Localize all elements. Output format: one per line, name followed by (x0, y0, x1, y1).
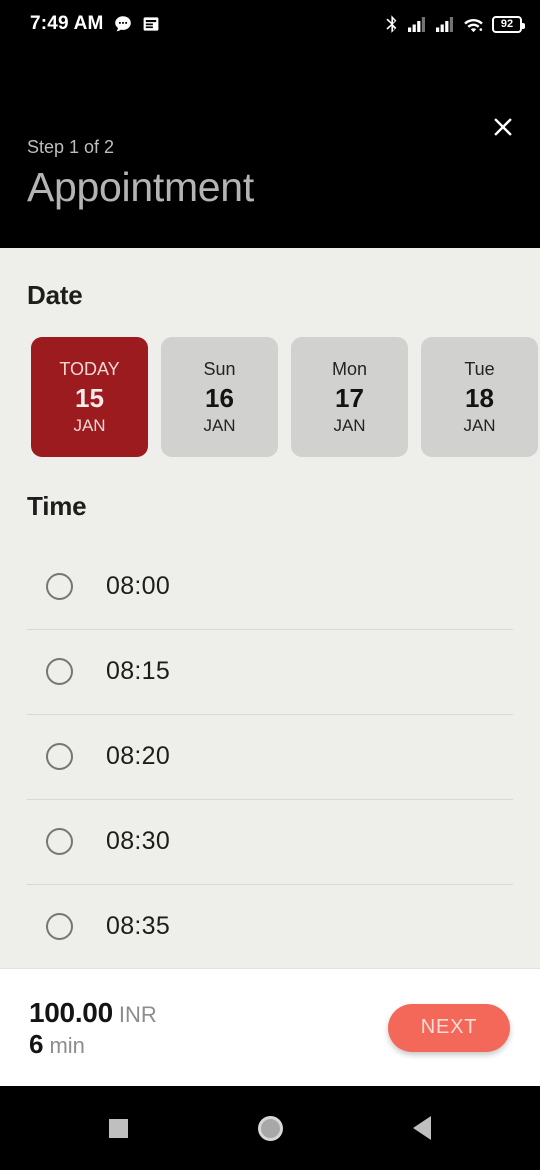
price-currency: INR (118, 1001, 157, 1027)
date-section-title: Date (27, 280, 83, 310)
date-card-scroller[interactable]: TODAY 15 JAN Sun 16 JAN Mon 17 JAN Tue 1… (0, 311, 540, 457)
time-slot-row[interactable]: 08:00 (0, 544, 540, 629)
duration-unit: min (49, 1032, 85, 1058)
date-card-day: TODAY (59, 359, 120, 379)
close-icon (494, 118, 512, 136)
wifi-icon (464, 18, 483, 32)
date-card[interactable]: TODAY 15 JAN (31, 337, 148, 457)
main-content: Date TODAY 15 JAN Sun 16 JAN Mon 17 JAN … (0, 248, 540, 968)
page-title: Appointment (27, 164, 254, 210)
time-slot-label: 08:20 (106, 742, 171, 770)
square-icon (108, 1118, 128, 1138)
date-card[interactable]: Mon 17 JAN (291, 337, 408, 457)
date-card-number: 17 (335, 383, 364, 413)
price-row: 100.00 INR (29, 996, 157, 1029)
time-slot-row[interactable]: 08:15 (0, 629, 540, 714)
circle-icon (257, 1115, 283, 1141)
time-slot-label: 08:30 (106, 827, 171, 855)
date-card[interactable]: Tue 18 JAN (421, 337, 538, 457)
close-button[interactable] (480, 104, 526, 150)
date-card-number: 18 (465, 383, 494, 413)
date-card-month: JAN (333, 416, 366, 435)
android-nav-bar (0, 1086, 540, 1170)
time-slot-label: 08:15 (106, 657, 171, 685)
date-card-number: 15 (75, 383, 104, 413)
radio-unselected-icon[interactable] (46, 658, 73, 685)
signal-sim2-icon (436, 17, 453, 32)
battery-indicator: 92 (492, 15, 525, 33)
time-slot-row[interactable]: 08:20 (0, 714, 540, 799)
radio-unselected-icon[interactable] (46, 828, 73, 855)
date-card-day: Mon (331, 359, 367, 379)
chat-bubble-icon (114, 16, 131, 32)
status-bar-right: 92 (385, 14, 525, 34)
step-indicator: Step 1 of 2 (27, 137, 115, 157)
time-section-title: Time (27, 491, 87, 521)
status-bar-clock: 7:49 AM (30, 13, 104, 34)
date-card-month: JAN (463, 416, 496, 435)
signal-sim1-icon (408, 17, 425, 32)
time-slot-list: 08:00 08:15 08:20 08:30 08:35 (0, 544, 540, 968)
date-card-month: JAN (73, 416, 106, 435)
date-card-day: Sun (203, 359, 236, 379)
date-card[interactable]: Sun 16 JAN (161, 337, 278, 457)
radio-unselected-icon[interactable] (46, 573, 73, 600)
date-card-day: Tue (464, 359, 495, 379)
status-bar: 7:49 AM 92 (0, 0, 540, 48)
app-screen: 7:49 AM 92 Step 1 of 2 Appointment Date … (0, 0, 540, 1170)
status-bar-left: 7:49 AM (30, 13, 160, 35)
price-amount: 100.00 (29, 996, 113, 1028)
home-button[interactable] (242, 1100, 298, 1156)
date-card-number: 16 (205, 383, 234, 413)
header-text-block: Step 1 of 2 Appointment (27, 135, 254, 213)
time-slot-row[interactable]: 08:35 (0, 884, 540, 968)
time-slot-label: 08:35 (106, 912, 171, 940)
radio-unselected-icon[interactable] (46, 743, 73, 770)
back-button[interactable] (394, 1100, 450, 1156)
page-header: Step 1 of 2 Appointment (0, 48, 540, 248)
recents-button[interactable] (90, 1100, 146, 1156)
radio-unselected-icon[interactable] (46, 913, 73, 940)
next-button[interactable]: NEXT (388, 1003, 510, 1052)
battery-level-label: 92 (500, 17, 514, 30)
duration-row: 6 min (29, 1029, 157, 1060)
date-card-month: JAN (203, 416, 236, 435)
triangle-left-icon (413, 1116, 431, 1140)
bottom-summary-bar: 100.00 INR 6 min NEXT (0, 968, 540, 1086)
article-icon (143, 17, 158, 31)
time-slot-row[interactable]: 08:30 (0, 799, 540, 884)
duration-value: 6 (29, 1028, 44, 1059)
price-summary: 100.00 INR 6 min (29, 996, 157, 1060)
time-slot-label: 08:00 (106, 572, 171, 600)
bluetooth-icon (386, 15, 397, 33)
